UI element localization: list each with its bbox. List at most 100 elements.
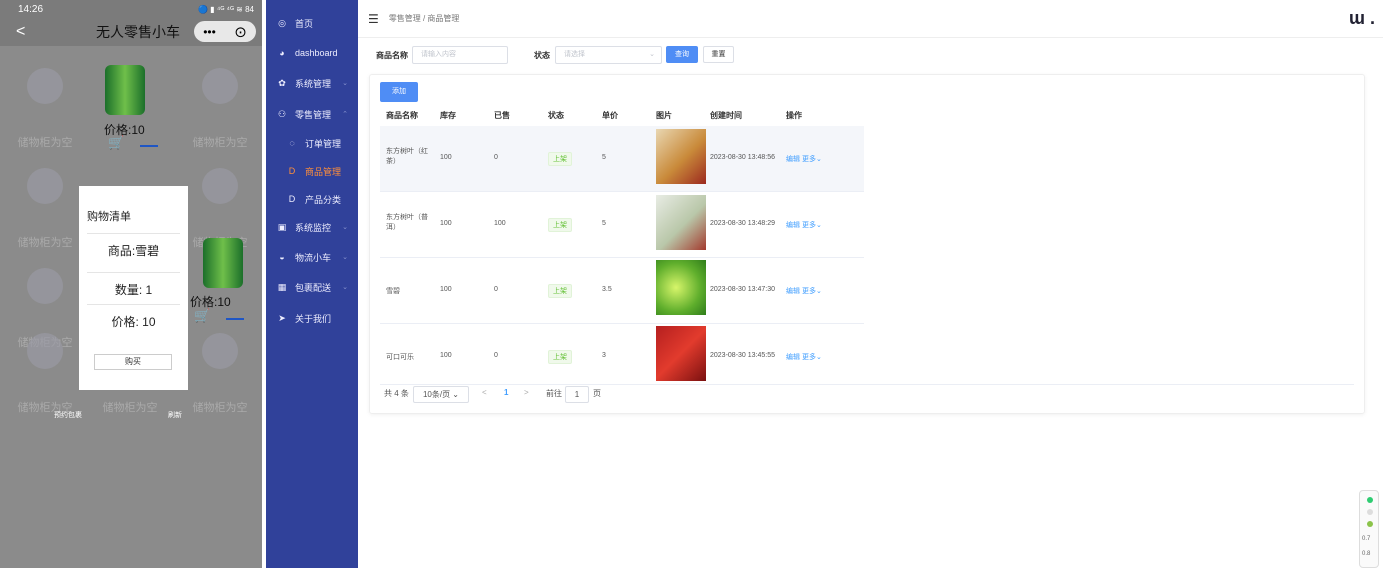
sidebar-item-label: 首页	[295, 18, 314, 29]
sidebar-item-logistics[interactable]: ◒ 物流小车 ⌄	[266, 242, 358, 272]
minus-icon[interactable]	[140, 145, 158, 147]
phone-navbar: < 无人零售小车 ••• ⊙	[0, 18, 262, 46]
sidebar-item-label: 产品分类	[305, 194, 342, 205]
dashboard-icon: ◕	[279, 48, 285, 58]
locker-cell[interactable]: 储物柜为空	[5, 60, 85, 149]
stock: 100	[440, 220, 452, 227]
more-dropdown[interactable]: 更多⌄	[802, 286, 822, 296]
more-dropdown[interactable]: 更多⌄	[802, 352, 822, 362]
edit-link[interactable]: 编辑	[786, 286, 800, 296]
locker-cell[interactable]: 储物柜为空	[180, 325, 260, 414]
col-header: 操作	[786, 111, 802, 120]
product-name: 雪碧	[386, 288, 400, 295]
stock: 100	[440, 352, 452, 359]
reserve-parcel-button[interactable]: 预约包裹	[54, 410, 82, 420]
sidebar-item-label: 包裹配送	[295, 282, 332, 293]
edit-link[interactable]: 编辑	[786, 154, 800, 164]
sidebar-item-label: 关于我们	[295, 313, 332, 324]
goto-label: 前往	[546, 389, 562, 398]
modal-quantity: 数量: 1	[87, 272, 180, 306]
sidebar-item-orders[interactable]: ◌ 订单管理	[266, 128, 358, 158]
sidebar-item-delivery[interactable]: ▦ 包裹配送 ⌄	[266, 272, 358, 302]
fish-icon	[27, 268, 63, 304]
sidebar-item-home[interactable]: ◎ 首页	[266, 8, 358, 38]
table-row[interactable]: 东方树叶（普 洱） 100 100 上架 5 2023-08-30 13:48:…	[380, 192, 864, 258]
corner-value-a: 0.7	[1362, 536, 1371, 542]
sidebar-item-label: 商品管理	[305, 166, 342, 177]
col-header: 图片	[656, 111, 672, 120]
shopping-list-modal: 购物清单 商品:雪碧 数量: 1 价格: 10 购买	[79, 186, 188, 390]
close-circle-icon[interactable]: ⊙	[234, 23, 247, 41]
edit-link[interactable]: 编辑	[786, 220, 800, 230]
next-page-icon[interactable]: >	[524, 388, 529, 397]
sidebar-item-about[interactable]: ➤ 关于我们	[266, 303, 358, 333]
product-name: 东方树叶（红 茶）	[386, 148, 428, 165]
sidebar-item-label: 物流小车	[295, 252, 332, 263]
more-dropdown[interactable]: 更多⌄	[802, 220, 822, 230]
grid-icon: ▦	[277, 281, 287, 292]
sidebar-item-retail[interactable]: ⚇ 零售管理 ⌃	[266, 99, 358, 129]
edit-link[interactable]: 编辑	[786, 352, 800, 362]
fish-icon	[27, 333, 63, 369]
gear-icon: ✿	[278, 77, 286, 88]
chevron-down-icon: ⌄	[649, 51, 655, 58]
sidebar-item-label: dashboard	[295, 48, 338, 58]
status-tag: 上架	[548, 152, 572, 166]
goto-input[interactable]: 1	[565, 386, 589, 403]
status-time: 14:26	[18, 3, 44, 15]
sidebar-item-monitor[interactable]: ▣ 系统监控 ⌄	[266, 212, 358, 242]
sidebar-item-system[interactable]: ✿ 系统管理 ⌄	[266, 68, 358, 98]
reset-button[interactable]: 重置	[703, 46, 734, 63]
sprite-can-image	[105, 65, 145, 115]
cart-icon[interactable]: 🛒	[194, 308, 210, 324]
locker-cell[interactable]: 储物柜为空	[5, 160, 85, 249]
col-header: 状态	[548, 111, 564, 120]
minus-icon[interactable]	[226, 318, 244, 320]
locker-cell[interactable]: 储物柜为空	[180, 60, 260, 149]
add-button[interactable]: 添加	[380, 82, 418, 102]
refresh-button[interactable]: 刷新	[168, 410, 182, 420]
more-dropdown[interactable]: 更多⌄	[802, 154, 822, 164]
sidebar-item-products[interactable]: D 商品管理	[266, 156, 358, 186]
table-row[interactable]: 雪碧 100 0 上架 3.5 2023-08-30 13:47:30 编辑 更…	[380, 258, 864, 324]
page-number[interactable]: 1	[504, 388, 508, 397]
sidebar-item-categories[interactable]: D 产品分类	[266, 184, 358, 214]
cart-icon[interactable]: 🛒	[108, 135, 124, 151]
product-image	[656, 195, 706, 250]
unit-price: 3.5	[602, 286, 612, 293]
sidebar-item-dashboard[interactable]: ◕ dashboard	[266, 38, 358, 68]
total-count: 共 4 条	[384, 389, 409, 398]
logo[interactable]: ɯ .	[1349, 8, 1375, 29]
more-icon[interactable]: •••	[203, 25, 216, 39]
name-label: 商品名称	[376, 51, 408, 60]
fish-icon	[202, 68, 238, 104]
table-row[interactable]: 东方树叶（红 茶） 100 0 上架 5 2023-08-30 13:48:56…	[380, 126, 864, 192]
product-name: 可口可乐	[386, 354, 414, 361]
search-button[interactable]: 查询	[666, 46, 698, 63]
name-input[interactable]: 请输入内容	[412, 46, 508, 64]
top-header: ☰ 零售管理 / 商品管理 ɯ .	[358, 0, 1383, 38]
locker-cell[interactable]: 储物柜为空	[5, 260, 85, 349]
locker-cell[interactable]: 储物柜为空	[180, 160, 260, 249]
breadcrumb: 零售管理 / 商品管理	[388, 14, 460, 23]
unit-price: 5	[602, 154, 606, 161]
page-size-select[interactable]: 10条/页 ⌄	[413, 386, 469, 403]
col-header: 库存	[440, 111, 456, 120]
sold: 100	[494, 220, 506, 227]
menu-toggle-icon[interactable]: ☰	[368, 12, 379, 26]
table-row[interactable]: 可口可乐 100 0 上架 3 2023-08-30 13:45:55 编辑 更…	[380, 324, 864, 390]
buy-button[interactable]: 购买	[94, 354, 172, 370]
unit-price: 3	[602, 352, 606, 359]
status-select[interactable]: 请选择 ⌄	[555, 46, 662, 64]
circle-icon: ◌	[289, 138, 295, 148]
empty-label: 储物柜为空	[17, 237, 73, 249]
unit-price: 5	[602, 220, 606, 227]
stock: 100	[440, 154, 452, 161]
sidebar-item-label: 系统监控	[295, 222, 332, 233]
prev-page-icon[interactable]: <	[482, 388, 487, 397]
debug-widget[interactable]: 0.7 0.8	[1359, 490, 1379, 568]
back-icon[interactable]: <	[16, 23, 25, 41]
locker-cell[interactable]: 储物柜为空	[5, 325, 85, 414]
status-tag: 上架	[548, 218, 572, 232]
fish-icon	[202, 333, 238, 369]
